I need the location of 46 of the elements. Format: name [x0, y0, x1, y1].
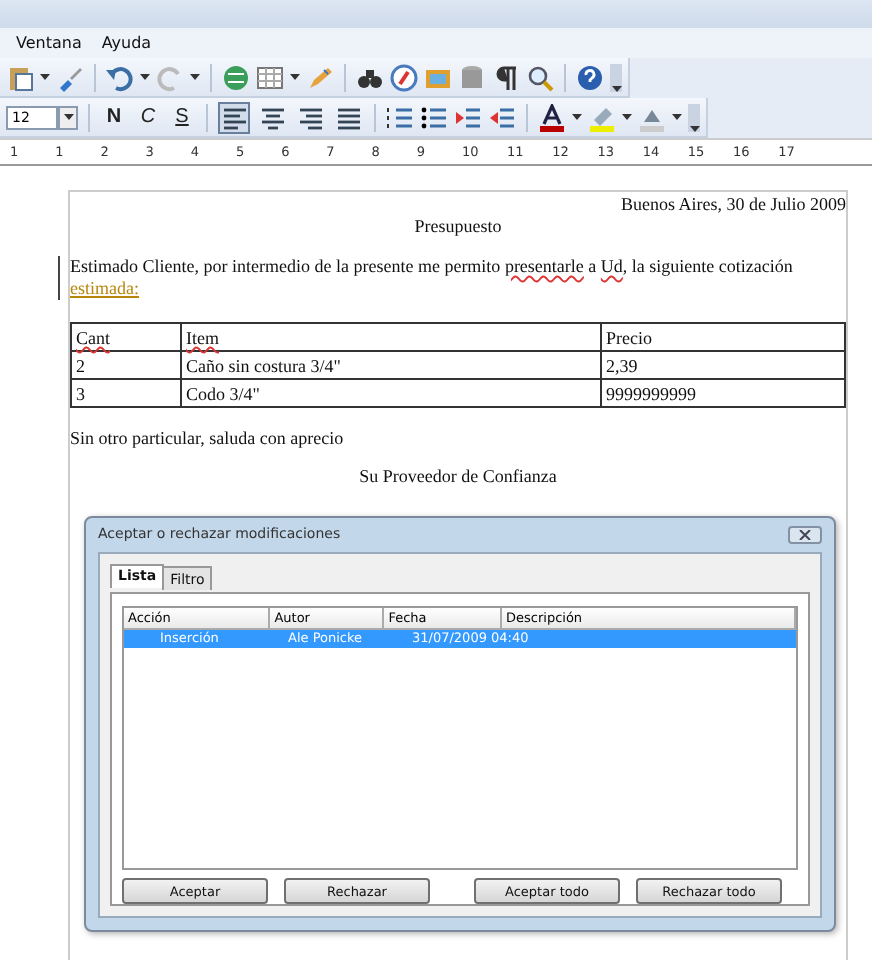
align-left-button[interactable] — [218, 101, 250, 133]
dropdown-arrow-icon[interactable] — [63, 114, 73, 120]
zoom-icon[interactable] — [526, 63, 554, 91]
increase-indent-icon[interactable] — [488, 103, 516, 131]
help-icon[interactable] — [576, 63, 604, 91]
table-cell: 2,39 — [601, 351, 845, 379]
paste-icon[interactable] — [6, 63, 34, 91]
menu-item[interactable]: Ventana — [16, 34, 82, 52]
text-style-button[interactable]: C — [134, 106, 162, 128]
pilcrow-icon[interactable] — [492, 63, 520, 91]
bullet-list-icon[interactable] — [420, 103, 448, 131]
dropdown-arrow-icon[interactable] — [622, 114, 632, 120]
compass-icon[interactable] — [390, 63, 418, 91]
document-title: Presupuesto — [412, 216, 504, 236]
table-cell: Caño sin costura 3/4" — [181, 351, 601, 379]
table-cell: Codo 3/4" — [181, 379, 601, 407]
menu-item[interactable]: Ayuda — [101, 34, 152, 52]
dropdown-arrow-icon[interactable] — [190, 74, 200, 80]
decrease-indent-icon[interactable] — [454, 103, 482, 131]
table-cell: 9999999999 — [601, 379, 845, 407]
date-text: Buenos Aires, 30 de Julio 2009 — [619, 194, 846, 214]
table-header: Item — [186, 327, 219, 347]
table-cell: 2 — [71, 351, 181, 379]
close-button[interactable] — [788, 525, 822, 543]
dropdown-arrow-icon[interactable] — [140, 74, 150, 80]
font-size-dropdown[interactable] — [58, 105, 78, 129]
text-style-button[interactable]: N — [100, 106, 128, 128]
numbered-list-icon[interactable] — [386, 103, 414, 131]
body-paragraph: Estimado Cliente, por intermedio de la presente me permito presentarle a Ud, la siguiente cotización estimada: — [70, 256, 793, 298]
dropdown-arrow-icon[interactable] — [40, 74, 50, 80]
text-style-button[interactable]: S — [168, 106, 196, 128]
table-cell: 3 — [71, 379, 181, 407]
close-icon — [798, 529, 812, 539]
paintbrush-icon[interactable] — [56, 63, 84, 91]
font-color-icon[interactable] — [538, 103, 566, 131]
dropdown-arrow-icon[interactable] — [572, 114, 582, 120]
closing-text: Sin otro particular, saluda con aprecio — [70, 428, 346, 448]
toolbar-overflow[interactable] — [688, 103, 700, 131]
table-header: Precio — [606, 327, 652, 347]
signature-text: Su Proveedor de Confianza — [357, 466, 559, 486]
undo-icon[interactable] — [106, 63, 134, 91]
table-header: Cant — [76, 327, 110, 347]
table-icon[interactable] — [256, 63, 284, 91]
toolbar-overflow[interactable] — [610, 63, 622, 91]
dropdown-arrow-icon[interactable] — [290, 74, 300, 80]
dropdown-arrow-icon[interactable] — [611, 85, 621, 91]
